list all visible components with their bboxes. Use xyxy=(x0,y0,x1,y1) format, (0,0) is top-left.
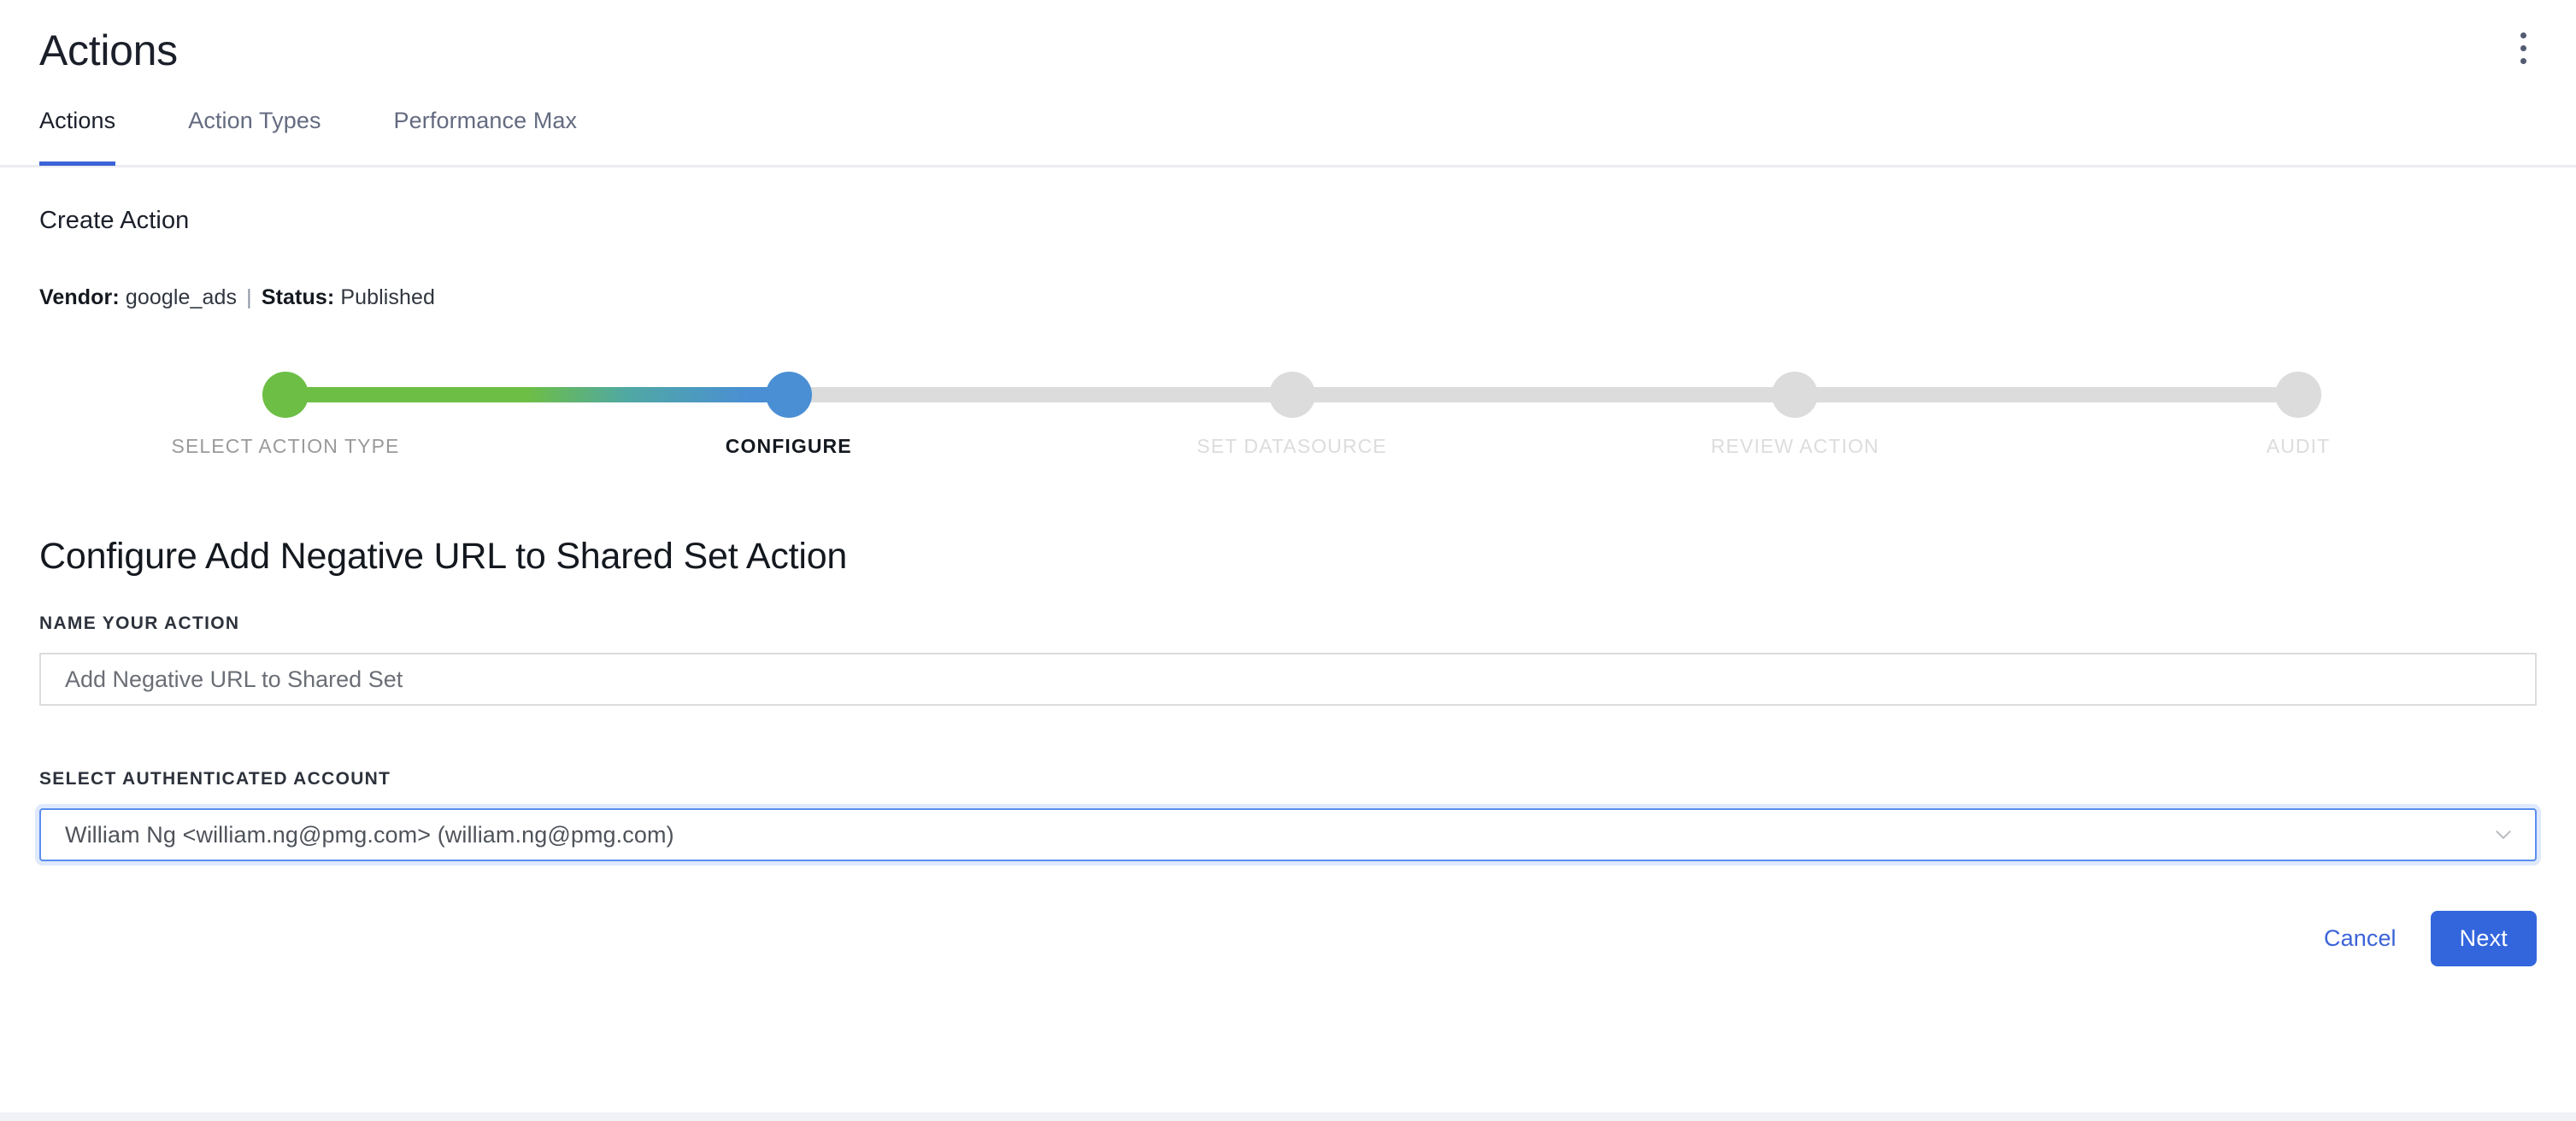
vendor-label: Vendor: xyxy=(39,285,120,309)
tab-action-types[interactable]: Action Types xyxy=(188,101,321,163)
status-value: Published xyxy=(340,285,436,309)
form-heading: Configure Add Negative URL to Shared Set… xyxy=(39,536,848,577)
cancel-button[interactable]: Cancel xyxy=(2312,915,2408,962)
step-node xyxy=(1268,372,1315,418)
select-authenticated-account-label: SELECT AUTHENTICATED ACCOUNT xyxy=(39,769,391,789)
tab-bar: Actions Action Types Performance Max xyxy=(0,101,2576,167)
status-label: Status: xyxy=(261,285,335,309)
page-header: Actions xyxy=(0,0,2576,101)
tab-performance-max[interactable]: Performance Max xyxy=(394,101,578,163)
create-action-heading: Create Action xyxy=(39,207,190,234)
step-node xyxy=(2275,372,2321,418)
authenticated-account-select[interactable]: William Ng <william.ng@pmg.com> (william… xyxy=(39,808,2537,861)
kebab-dot xyxy=(2520,44,2526,51)
name-your-action-label: NAME YOUR ACTION xyxy=(39,613,240,633)
progress-stepper: SELECT ACTION TYPE CONFIGURE SET DATASOU… xyxy=(39,349,2537,478)
action-name-input[interactable] xyxy=(39,653,2537,706)
step-node xyxy=(1772,372,1819,418)
kebab-vertical-icon[interactable] xyxy=(2504,24,2542,72)
page-root: Actions Actions Action Types Performance… xyxy=(0,0,2576,1121)
step-label: CONFIGURE xyxy=(725,435,852,457)
step-label: REVIEW ACTION xyxy=(1710,435,1879,457)
step-label: SELECT ACTION TYPE xyxy=(171,435,400,457)
page-title: Actions xyxy=(39,26,178,74)
bottom-strip xyxy=(0,1112,2576,1121)
authenticated-account-value: William Ng <william.ng@pmg.com> (william… xyxy=(65,821,674,848)
meta-separator: | xyxy=(246,285,252,309)
next-button[interactable]: Next xyxy=(2430,911,2537,966)
main-content: Create Action Vendor: google_ads | Statu… xyxy=(0,207,2576,966)
vendor-status-line: Vendor: google_ads | Status: Published xyxy=(39,285,2537,310)
step-node xyxy=(262,372,309,418)
step-node xyxy=(765,372,812,418)
stepper-track-fill xyxy=(285,387,789,402)
form-actions: Cancel Next xyxy=(39,911,2537,966)
tab-actions[interactable]: Actions xyxy=(39,101,116,166)
authenticated-account-select-wrap: William Ng <william.ng@pmg.com> (william… xyxy=(39,808,2537,861)
vendor-value: google_ads xyxy=(125,285,238,309)
kebab-dot xyxy=(2520,32,2526,38)
step-label: SET DATASOURCE xyxy=(1197,435,1387,457)
kebab-dot xyxy=(2520,57,2526,64)
step-label: AUDIT xyxy=(2266,435,2331,457)
chevron-down-icon[interactable] xyxy=(2492,824,2514,846)
